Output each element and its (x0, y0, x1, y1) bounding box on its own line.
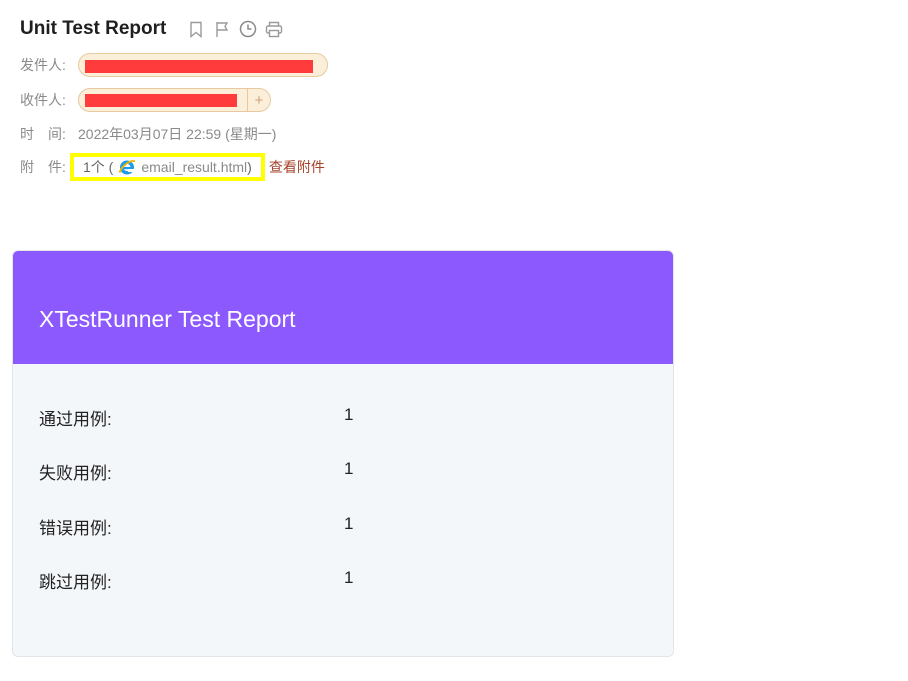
stat-label: 错误用例: (39, 519, 112, 538)
title-row: Unit Test Report (20, 16, 880, 42)
stat-row-error: 错误用例: 1 (39, 514, 353, 539)
stat-label: 通过用例: (39, 410, 112, 429)
stat-value: 1 (344, 405, 354, 424)
stat-value: 1 (344, 514, 354, 533)
stat-row-passed: 通过用例: 1 (39, 405, 353, 430)
time-value: 2022年03月07日 22:59 (星期一) (78, 126, 277, 142)
attachment-close: ) (247, 159, 252, 175)
attachment-count: 1个 ( (83, 159, 114, 175)
add-recipient-button[interactable]: + (247, 89, 270, 111)
email-subject: Unit Test Report (20, 18, 167, 39)
time-row: 时 间: 2022年03月07日 22:59 (星期一) (20, 121, 276, 147)
report-title: XTestRunner Test Report (39, 305, 296, 332)
report-header: XTestRunner Test Report (13, 251, 673, 364)
time-label: 时 间: (20, 126, 66, 142)
to-label: 收件人: (20, 92, 66, 108)
stat-label: 失败用例: (39, 464, 112, 483)
ie-file-icon (117, 157, 137, 177)
redaction-bar (85, 60, 313, 73)
stat-row-skipped: 跳过用例: 1 (39, 568, 353, 593)
bookmark-icon[interactable] (186, 19, 206, 39)
recipient-chip[interactable]: + (78, 88, 271, 112)
stat-value: 1 (344, 568, 354, 587)
attachment-row: 附 件: 1个 ( email_result.html ) 查看附件 (20, 153, 325, 181)
to-row: 收件人: + (20, 87, 271, 113)
view-attachment-link[interactable]: 查看附件 (269, 157, 325, 177)
email-header: Unit Test Report 发件人: 收件人: + 时 间: 2022年0… (20, 16, 880, 181)
redaction-bar (85, 94, 237, 107)
print-icon[interactable] (264, 19, 284, 39)
from-label: 发件人: (20, 57, 66, 73)
attachment-highlight: 1个 ( email_result.html ) (70, 153, 265, 181)
sender-chip[interactable] (78, 53, 328, 77)
stat-value: 1 (344, 459, 354, 478)
report-card: XTestRunner Test Report 通过用例: 1 失败用例: 1 … (12, 250, 674, 657)
flag-icon[interactable] (212, 19, 232, 39)
clock-icon[interactable] (238, 19, 258, 39)
stat-label: 跳过用例: (39, 573, 112, 592)
from-row: 发件人: (20, 52, 328, 78)
stat-row-failed: 失败用例: 1 (39, 459, 353, 484)
attachment-filename[interactable]: email_result.html (141, 159, 247, 175)
